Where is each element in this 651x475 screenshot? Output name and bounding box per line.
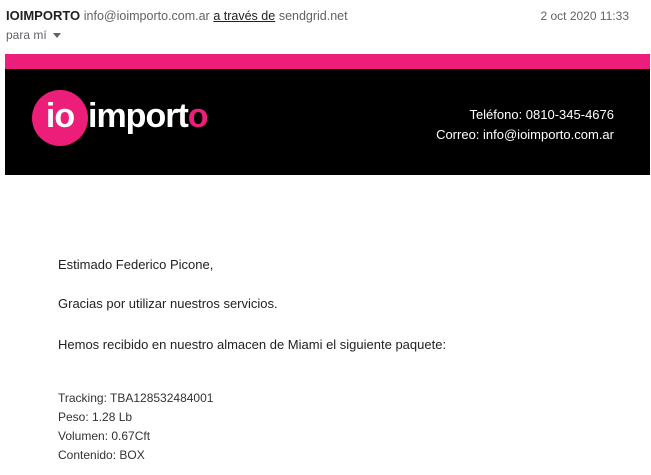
- sender-name[interactable]: IOIMPORTO: [6, 8, 80, 23]
- contact-email: Correo: info@ioimporto.com.ar: [436, 127, 614, 142]
- recipient-label: para mí: [6, 28, 47, 42]
- package-weight: Peso: 1.28 Lb: [58, 410, 133, 424]
- timestamp: 2 oct 2020 11:33: [540, 9, 629, 23]
- logo-io-text: io: [45, 97, 75, 135]
- chevron-down-icon[interactable]: [52, 33, 61, 39]
- sender-email: info@ioimporto.com.ar: [83, 9, 210, 23]
- via-link[interactable]: a través de: [213, 9, 275, 23]
- package-details: Tracking: TBA128532484001 Peso: 1.28 Lb …: [58, 389, 213, 465]
- sender-line: IOIMPORTO info@ioimporto.com.ar a través…: [6, 8, 348, 23]
- recipient-dropdown[interactable]: para mí: [6, 28, 61, 42]
- logo-word-main: import: [88, 97, 189, 135]
- email-header: IOIMPORTO info@ioimporto.com.ar a través…: [0, 0, 651, 48]
- greeting: Estimado Federico Picone,: [58, 257, 214, 272]
- logo-word: importo: [88, 97, 209, 136]
- contact-phone: Teléfono: 0810-345-4676: [469, 107, 614, 122]
- email-banner: io importo Teléfono: 0810-345-4676 Corre…: [5, 54, 650, 175]
- via-domain: sendgrid.net: [278, 9, 348, 23]
- package-volume: Volumen: 0.67Cft: [58, 429, 151, 443]
- thanks-message: Gracias por utilizar nuestros servicios.: [58, 296, 278, 311]
- logo-word-end: o: [187, 97, 209, 135]
- contact-info: Teléfono: 0810-345-4676 Correo: info@ioi…: [436, 105, 614, 145]
- banner-stripe: [5, 54, 650, 69]
- intro-message: Hemos recibido en nuestro almacen de Mia…: [58, 337, 447, 352]
- tracking-number: Tracking: TBA128532484001: [58, 391, 214, 405]
- package-contents: Contenido: BOX: [58, 448, 145, 462]
